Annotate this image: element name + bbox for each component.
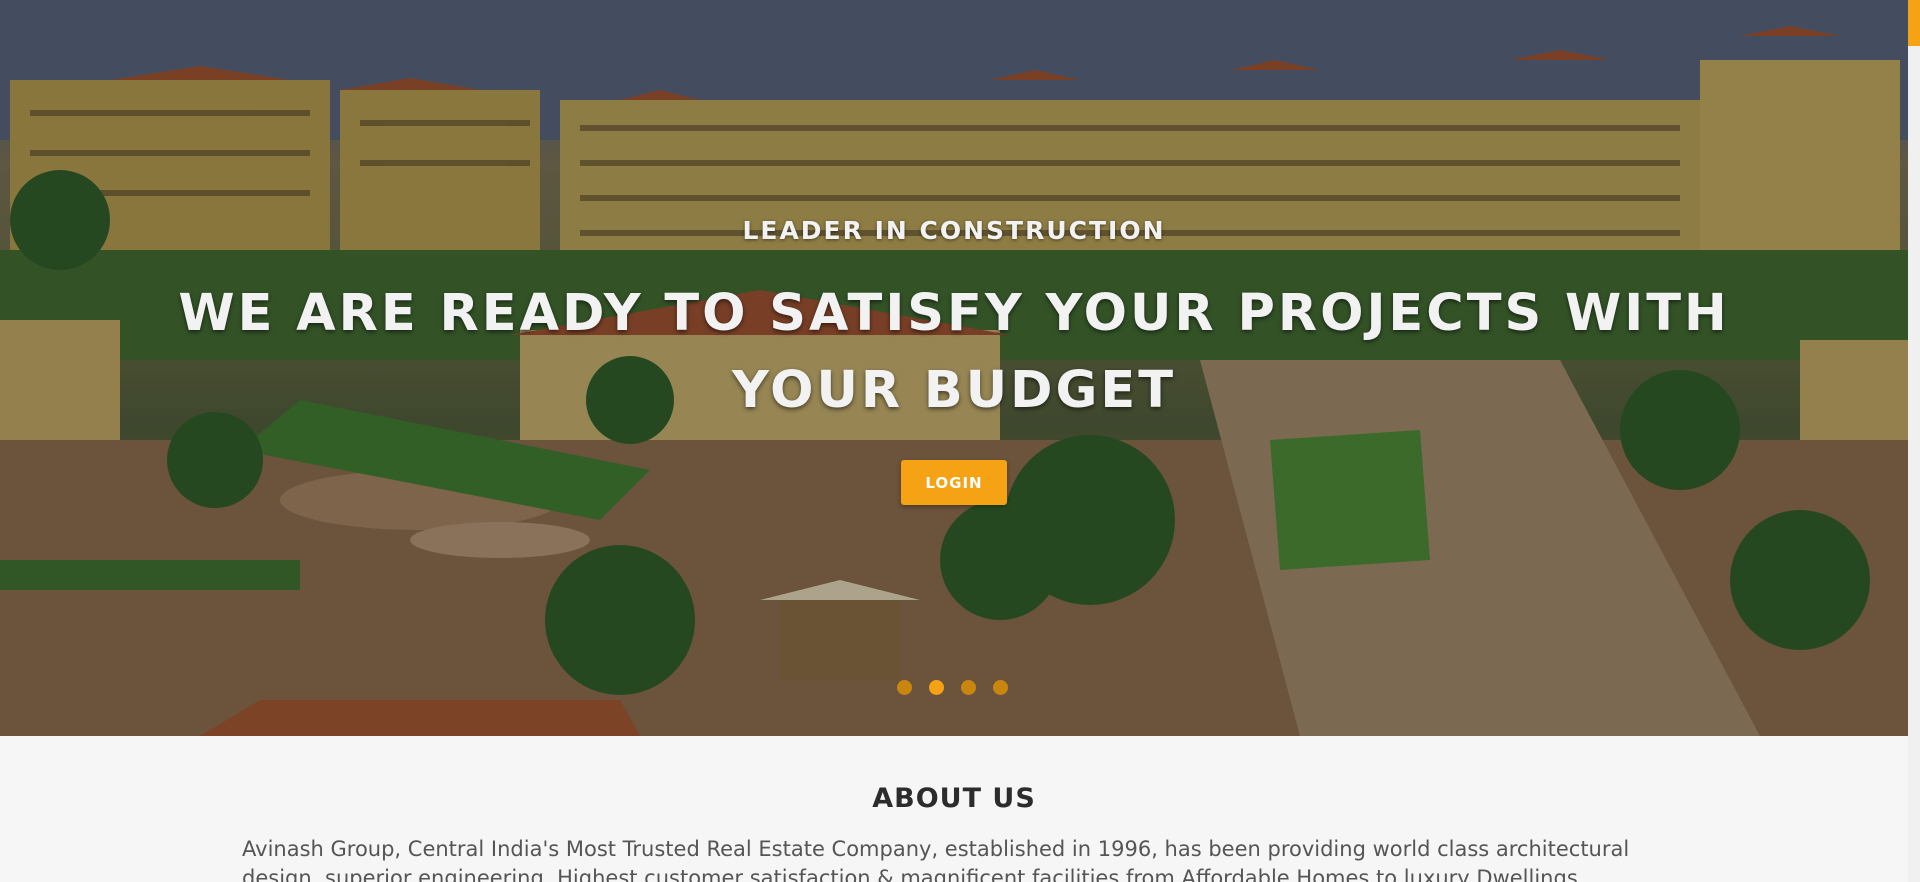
page: LEADER IN CONSTRUCTION WE ARE READY TO S…	[0, 0, 1908, 882]
page-scrollbar[interactable]	[1908, 0, 1920, 882]
about-title: ABOUT US	[872, 783, 1036, 814]
slider-dot-1[interactable]	[897, 680, 912, 695]
slider-dot-2[interactable]	[929, 680, 944, 695]
hero-headline-line-1: WE ARE READY TO SATISFY YOUR PROJECTS WI…	[178, 284, 1730, 343]
scrollbar-thumb[interactable]	[1908, 0, 1920, 46]
slider-pagination	[897, 680, 1008, 695]
about-text: Avinash Group, Central India's Most Trus…	[242, 837, 1630, 882]
slider-dot-4[interactable]	[993, 680, 1008, 695]
hero-eyebrow: LEADER IN CONSTRUCTION	[742, 216, 1166, 245]
hero-slider: LEADER IN CONSTRUCTION WE ARE READY TO S…	[0, 0, 1908, 736]
hero-headline-line-2: YOUR BUDGET	[731, 361, 1176, 420]
hero-headline: WE ARE READY TO SATISFY YOUR PROJECTS WI…	[0, 275, 1908, 429]
slider-dot-3[interactable]	[961, 680, 976, 695]
login-button[interactable]: LOGIN	[901, 460, 1007, 505]
